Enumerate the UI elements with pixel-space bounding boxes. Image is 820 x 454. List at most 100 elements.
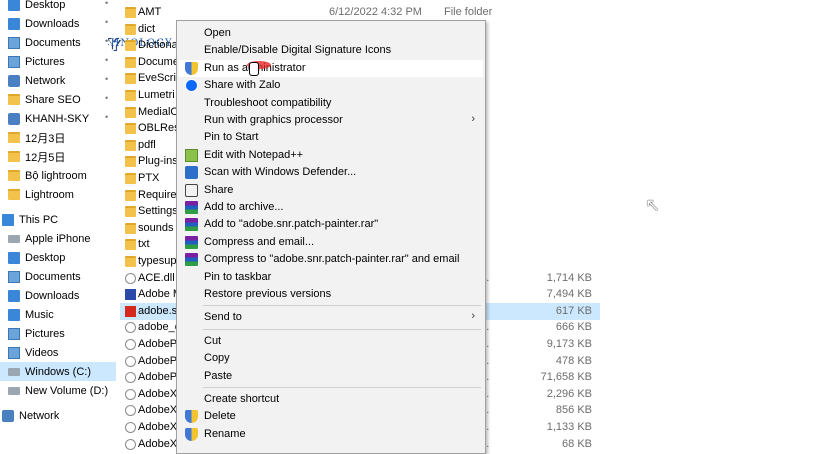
- nav-item-network[interactable]: Network: [0, 406, 110, 425]
- drive-icon: [8, 367, 20, 376]
- menu-item-troubleshoot-compatibility[interactable]: Troubleshoot compatibility: [179, 95, 483, 112]
- menu-item-label: Rename: [204, 427, 246, 440]
- menu-item-cut[interactable]: Cut: [179, 333, 483, 350]
- menu-item-label: Enable/Disable Digital Signature Icons: [204, 44, 392, 57]
- menu-item-label: Open: [204, 27, 231, 39]
- nav-item-new-volume-d-[interactable]: New Volume (D:): [0, 381, 116, 400]
- folder-icon: [125, 173, 136, 184]
- file-name: AdobeXN: [138, 437, 178, 450]
- nav-item-share-seo[interactable]: Share SEO •: [0, 90, 116, 109]
- gear-file-icon: [125, 405, 136, 417]
- nav-item-documents[interactable]: Documents: [0, 267, 116, 286]
- folder-icon: [125, 56, 136, 68]
- nav-item-downloads[interactable]: Downloads: [0, 286, 116, 305]
- context-menu: Open Enable/Disable Digital Signature Ico…: [176, 20, 486, 454]
- nav-item-downloads[interactable]: Downloads •: [0, 14, 116, 33]
- nav-item-12-3-[interactable]: 12月3日: [0, 128, 116, 147]
- menu-item-open[interactable]: Open: [179, 25, 483, 42]
- nav-item-khanh-sky[interactable]: KHANH-SKY •: [0, 109, 116, 128]
- menu-item-pin-to-taskbar[interactable]: Pin to taskbar: [179, 269, 483, 286]
- menu-item-rename[interactable]: Rename: [179, 426, 483, 443]
- nav-item-music[interactable]: Music: [0, 305, 116, 324]
- download-icon: [8, 289, 20, 302]
- patch-icon: [125, 305, 136, 317]
- file-name: Adobe M: [138, 288, 178, 301]
- nav-item-pictures[interactable]: Pictures •: [0, 52, 116, 71]
- gear-file-icon: [125, 339, 136, 350]
- nav-item-videos[interactable]: Videos: [0, 343, 116, 362]
- nav-item-network[interactable]: Network •: [0, 71, 116, 90]
- network-icon: [8, 112, 20, 125]
- menu-item-copy[interactable]: Copy: [179, 350, 483, 367]
- menu-item-compress-to-adobe-snr-patch-painter-rar-and-email[interactable]: Compress to "adobe.snr.patch-painter.rar…: [179, 251, 483, 268]
- nav-item-desktop[interactable]: Desktop •: [0, 0, 116, 14]
- nav-item-label: Bộ lightroom: [25, 169, 87, 182]
- file-name: adobe.sn: [138, 304, 178, 317]
- gear-file-icon: [125, 438, 136, 450]
- nav-item-desktop[interactable]: Desktop: [0, 248, 116, 267]
- nav-item-this-pc[interactable]: This PC: [0, 210, 110, 229]
- shield-icon: [185, 410, 198, 424]
- nav-item-b-lightroom[interactable]: Bộ lightroom: [0, 166, 116, 185]
- network-icon: [2, 409, 14, 422]
- menu-item-label: Edit with Notepad++: [204, 148, 304, 161]
- file-row[interactable]: AMT 6/12/2022 4:32 PM File folder: [120, 4, 600, 21]
- menu-item-share-with-zalo[interactable]: Share with Zalo: [179, 77, 483, 94]
- file-name: Settings: [138, 205, 178, 218]
- menu-separator: [203, 305, 481, 307]
- file-name: AdobeXN: [138, 421, 178, 433]
- menu-item-add-to-adobe-snr-patch-painter-rar[interactable]: Add to "adobe.snr.patch-painter.rar": [179, 216, 483, 233]
- menu-item-restore-previous-versions[interactable]: Restore previous versions: [179, 286, 483, 303]
- nav-item-windows-c-[interactable]: Windows (C:): [0, 362, 116, 381]
- pin-icon: •: [105, 74, 109, 84]
- file-size: 7,494 KB: [546, 288, 592, 301]
- nav-item-label: Downloads: [25, 17, 80, 30]
- file-size: 68 KB: [562, 437, 592, 450]
- nav-item-12-5-[interactable]: 12月5日: [0, 147, 116, 166]
- menu-item-label: Restore previous versions: [204, 288, 332, 300]
- menu-item-add-to-archive[interactable]: Add to archive...: [179, 199, 483, 216]
- nav-item-pictures[interactable]: Pictures: [0, 324, 116, 343]
- menu-item-share[interactable]: Share: [179, 182, 483, 199]
- menu-item-enable-disable-digital-signature-icons[interactable]: Enable/Disable Digital Signature Icons: [179, 42, 483, 59]
- menu-item-label: Share: [204, 183, 234, 196]
- file-size: 2,296 KB: [546, 387, 592, 400]
- menu-item-delete[interactable]: Delete: [179, 408, 483, 425]
- desktop-icon: [8, 0, 20, 11]
- menu-item-run-as-administrator[interactable]: Run as administrator: [179, 59, 483, 77]
- menu-separator: [203, 387, 481, 388]
- nav-item-label: Apple iPhone: [25, 232, 91, 245]
- nav-item-label: New Volume (D:): [25, 384, 109, 397]
- menu-item-label: Run with graphics processor: [204, 114, 343, 126]
- nav-item-label: This PC: [19, 213, 59, 226]
- nav-item-apple-iphone[interactable]: Apple iPhone: [0, 229, 116, 248]
- photoshop-icon: [125, 289, 136, 301]
- file-name: AdobePD: [138, 338, 178, 350]
- winrar-icon: [185, 201, 198, 214]
- menu-item-paste[interactable]: Paste: [179, 368, 483, 385]
- menu-item-label: Compress to "adobe.snr.patch-painter.rar…: [204, 253, 460, 266]
- folder-icon: [125, 222, 136, 234]
- folder-icon: [125, 156, 136, 168]
- pin-icon: •: [105, 17, 109, 27]
- menu-item-pin-to-start[interactable]: Pin to Start: [179, 129, 483, 146]
- menu-item-edit-with-notepad[interactable]: Edit with Notepad++: [179, 147, 483, 164]
- menu-item-run-with-graphics-processor[interactable]: Run with graphics processor ›: [179, 112, 483, 129]
- nav-item-documents[interactable]: Documents •: [0, 33, 116, 52]
- nav-item-lightroom[interactable]: Lightroom: [0, 185, 116, 204]
- menu-item-compress-and-email[interactable]: Compress and email...: [179, 234, 483, 251]
- nav-item-label: Downloads: [25, 289, 80, 302]
- pin-icon: •: [105, 112, 109, 122]
- nav-item-label: Network: [25, 74, 66, 87]
- menu-item-scan-with-windows-defender[interactable]: Scan with Windows Defender...: [179, 164, 483, 181]
- folder-icon: [125, 23, 136, 35]
- folder-icon: [125, 7, 136, 18]
- menu-item-create-shortcut[interactable]: Create shortcut: [179, 391, 483, 408]
- menu-item-send-to[interactable]: Send to ›: [179, 309, 483, 326]
- chevron-right-icon: ›: [471, 310, 475, 323]
- desktop-icon: [8, 251, 20, 264]
- file-name: AdobePI: [138, 354, 178, 367]
- file-name: ACE.dll: [138, 271, 175, 284]
- file-name: txt: [138, 238, 150, 251]
- share-icon: [185, 183, 198, 197]
